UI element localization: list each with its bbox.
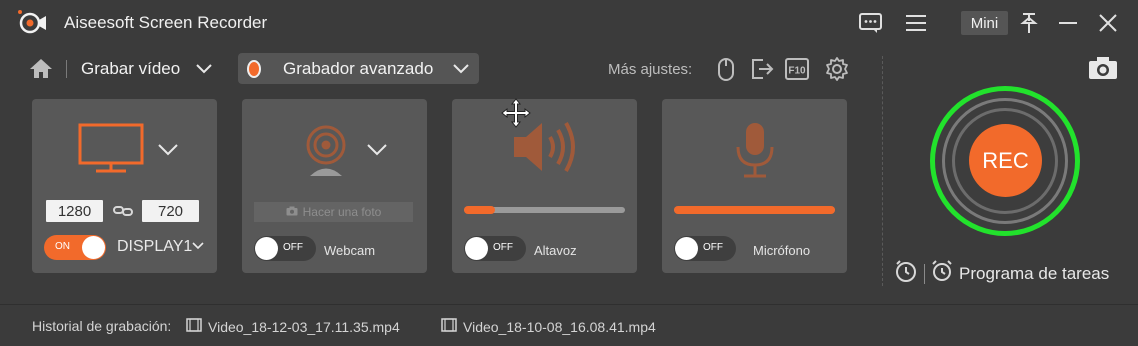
link-icon[interactable] <box>113 203 133 224</box>
chevron-down-icon[interactable] <box>158 143 178 161</box>
more-settings-label: Más ajustes: <box>608 61 693 78</box>
mini-mode-button[interactable]: Mini <box>961 11 1008 35</box>
history-divider <box>0 304 1138 305</box>
record-mode-select[interactable]: Grabar vídeo <box>81 56 212 82</box>
history-file[interactable]: Video_18-12-03_17.11.35.mp4 <box>186 318 400 335</box>
take-photo-label: Hacer una foto <box>302 205 382 219</box>
toggle-knob <box>255 237 278 260</box>
video-file-icon <box>441 318 457 335</box>
webcam-icon[interactable] <box>296 123 356 182</box>
svg-text:F10: F10 <box>788 66 806 77</box>
speaker-toggle[interactable]: OFF <box>464 236 526 261</box>
gear-icon[interactable] <box>824 56 850 87</box>
height-input[interactable]: 720 <box>142 200 199 222</box>
mouse-icon[interactable] <box>715 56 737 87</box>
toggle-state-label: OFF <box>703 242 723 253</box>
display-source-select[interactable]: DISPLAY1 <box>117 238 204 256</box>
microphone-volume-fill <box>674 206 835 214</box>
minimize-icon[interactable] <box>1057 10 1079 36</box>
chevron-down-icon <box>453 59 469 82</box>
advanced-recorder-select[interactable]: Grabador avanzado <box>238 53 479 84</box>
pin-icon[interactable] <box>1018 10 1040 36</box>
schedule-separator <box>924 263 925 284</box>
close-icon[interactable] <box>1097 10 1119 36</box>
webcam-toggle[interactable]: OFF <box>254 236 316 261</box>
take-photo-button[interactable]: Hacer una foto <box>254 202 413 222</box>
record-mode-label: Grabar vídeo <box>81 59 181 78</box>
microphone-label: Micrófono <box>753 243 811 258</box>
app-logo-icon <box>16 8 48 36</box>
speaker-label: Altavoz <box>534 243 577 258</box>
home-icon[interactable] <box>29 57 53 84</box>
history-file-name: Video_18-10-08_16.08.41.mp4 <box>463 318 656 335</box>
chevron-down-icon <box>196 59 212 79</box>
chevron-down-icon[interactable] <box>367 143 387 161</box>
feedback-icon[interactable] <box>858 10 884 36</box>
rec-button[interactable]: REC <box>969 124 1042 197</box>
task-schedule[interactable]: Programa de tareas <box>894 259 1109 288</box>
toggle-state-label: OFF <box>283 242 303 253</box>
chevron-down-icon <box>192 238 204 256</box>
advanced-recorder-label: Grabador avanzado <box>283 58 434 78</box>
toggle-state-label: ON <box>55 241 70 252</box>
move-cursor-icon <box>501 98 531 133</box>
toggle-knob <box>465 237 488 260</box>
width-input[interactable]: 1280 <box>46 200 103 222</box>
history-label: Historial de grabación: <box>32 318 172 334</box>
microphone-toggle[interactable]: OFF <box>674 236 736 261</box>
clock-icon[interactable] <box>894 259 918 288</box>
history-file-name: Video_18-12-03_17.11.35.mp4 <box>208 318 400 335</box>
toggle-knob <box>82 236 105 259</box>
export-icon[interactable] <box>749 56 775 87</box>
title-bar: Aiseesoft Screen Recorder Mini <box>0 0 1138 46</box>
display-toggle[interactable]: ON <box>44 235 106 260</box>
video-file-icon <box>186 318 202 335</box>
f10-hotkey-icon[interactable]: F10 <box>784 56 810 87</box>
microphone-icon[interactable] <box>734 121 776 184</box>
task-schedule-label: Programa de tareas <box>959 263 1110 283</box>
history-file[interactable]: Video_18-10-08_16.08.41.mp4 <box>441 318 656 335</box>
speaker-volume-fill <box>464 206 495 214</box>
camera-icon <box>286 205 298 219</box>
monitor-icon[interactable] <box>78 123 144 180</box>
display-source-label: DISPLAY1 <box>117 238 193 255</box>
panel-separator <box>882 56 883 286</box>
menu-icon[interactable] <box>904 10 928 36</box>
webcam-label: Webcam <box>324 243 376 258</box>
toggle-state-label: OFF <box>493 242 513 253</box>
record-dot-icon <box>247 59 261 78</box>
toolbar-separator <box>66 60 67 78</box>
app-title: Aiseesoft Screen Recorder <box>64 13 268 32</box>
alarm-clock-icon <box>931 259 953 288</box>
toggle-knob <box>675 237 698 260</box>
screenshot-camera-icon[interactable] <box>1088 56 1118 85</box>
